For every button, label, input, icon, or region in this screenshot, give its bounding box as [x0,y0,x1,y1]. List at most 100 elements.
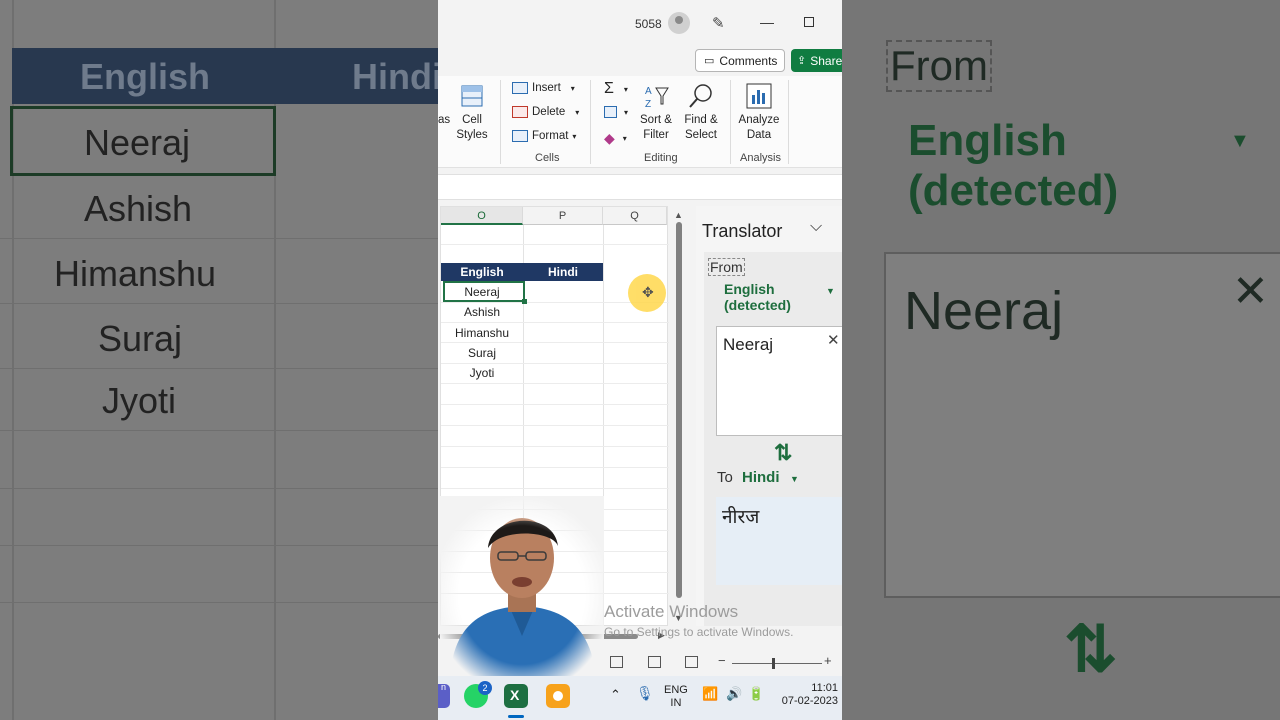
insert-icon [512,82,528,94]
page-layout-icon[interactable] [648,656,661,668]
background-left-zoom: English Hindi Neeraj Ashish Himanshu Sur… [0,0,438,720]
activate-windows-watermark: Activate Windows Go to Settings to activ… [604,602,793,639]
zoom-slider-thumb[interactable] [772,658,775,669]
vertical-scrollbar[interactable]: ▲ ▼ [674,210,684,624]
from-language-select[interactable]: English (detected) [724,281,820,313]
excel-app-icon[interactable]: X [504,684,528,708]
swap-languages-icon[interactable]: ⇅ [774,440,792,466]
sort-filter-label: Sort & Filter [640,114,672,141]
delete-button[interactable]: Delete ▾ [512,106,579,118]
grid-line [441,446,669,447]
find-select-button[interactable]: Find & Select [680,82,722,143]
format-label: Format [532,130,569,142]
background-name: Jyoti [102,380,177,421]
search-icon [689,84,712,108]
language-code: ENG [664,684,688,696]
background-dropdown-icon: ▼ [1230,130,1250,152]
avatar[interactable] [668,12,690,34]
column-header-o[interactable]: O [441,207,523,225]
column-header-q[interactable]: Q [603,207,667,225]
chevron-down-icon[interactable]: ▼ [790,474,799,484]
zoom-out-icon[interactable]: − [718,653,726,668]
header-cell-hindi[interactable]: Hindi [523,263,603,281]
pen-icon[interactable]: ✎ [712,14,725,32]
background-lang: English (detected) [908,116,1119,215]
background-header-row: English Hindi [12,48,438,104]
close-icon[interactable]: ✕ [827,331,840,349]
fill-icon[interactable]: ▾ [604,106,628,118]
background-name: Neeraj [84,122,191,163]
comments-label: Comments [719,53,778,68]
zoom-in-icon[interactable]: + [824,653,832,668]
clock[interactable]: 11:01 07-02-2023 [776,682,838,708]
formula-bar[interactable] [438,174,842,200]
to-label: To [717,469,733,486]
source-text: Neeraj [723,335,774,354]
format-button[interactable]: Format ▾ [512,130,576,142]
analyze-data-label: Analyze Data [738,114,780,141]
excel-window: 5058 ✎ — ▭ Comments ⇪ Share as Cell Styl… [438,0,842,720]
ribbon-separator [500,80,501,164]
cell-styles-label: Cell Styles [456,114,488,141]
language-indicator[interactable]: ENG IN [664,684,688,710]
maximize-button[interactable] [804,17,814,27]
header-cell-english[interactable]: English [441,263,523,281]
background-swap-icon: ⇅ [1064,613,1118,685]
chevron-up-icon[interactable]: ⌃ [610,688,621,701]
svg-text:Z: Z [645,99,651,110]
column-header-p[interactable]: P [523,207,603,225]
clock-date: 07-02-2023 [781,695,838,707]
delete-icon [512,106,528,118]
name-cell[interactable]: Suraj [441,346,523,360]
zoom-slider[interactable] [732,663,822,664]
chevron-down-icon: ▾ [570,83,575,93]
name-cell[interactable]: Himanshu [441,326,523,340]
name-cell[interactable]: Ashish [441,305,523,319]
sort-filter-button[interactable]: A Z Sort & Filter [636,82,676,143]
share-label: Share [810,53,842,68]
minimize-button[interactable]: — [760,14,774,30]
ribbon: as Cell Styles Insert ▾ Delete ▾ Format … [438,76,842,168]
insert-button[interactable]: Insert ▾ [512,82,575,94]
ribbon-separator [730,80,731,164]
source-text-input[interactable]: Neeraj ✕ [716,326,842,436]
svg-text:A: A [645,86,652,97]
chevron-down-icon[interactable]: ▼ [826,286,835,296]
share-button[interactable]: ⇪ Share [791,49,842,72]
name-cell[interactable]: Jyoti [441,366,523,380]
grid-line [441,363,669,364]
grid-line [441,425,669,426]
autosum-icon[interactable]: Σ ▾ [604,80,628,98]
scroll-up-icon[interactable]: ▲ [674,210,683,220]
background-header-hindi: Hindi [352,56,438,97]
to-language-select[interactable]: Hindi [742,469,780,486]
clock-time: 11:01 [811,682,838,694]
analyze-data-icon [746,83,772,109]
recorder-app-icon[interactable] [546,684,570,708]
clear-icon[interactable]: ◆ ▾ [604,130,627,147]
page-break-icon[interactable] [685,656,698,668]
grid-line [441,322,669,323]
battery-icon[interactable]: 🔋 [748,687,764,700]
grid-line [441,244,669,245]
cell-styles-button[interactable]: Cell Styles [448,82,496,143]
analyze-data-button[interactable]: Analyze Data [736,82,782,143]
normal-view-icon[interactable] [610,656,623,668]
microphone-icon[interactable]: 🎙 [636,686,654,700]
translator-pane: Translator ⌵ From English (detected) ▼ N… [696,206,842,626]
teams-badge-icon: n [441,682,447,692]
volume-icon[interactable]: 🔊 [726,687,742,700]
active-app-indicator [508,715,524,718]
translated-text-box: नीरज [716,497,842,585]
region-code: IN [670,697,682,709]
comments-button[interactable]: ▭ Comments [695,49,785,72]
background-input-text: Neeraj [904,281,1064,341]
wifi-icon[interactable]: 📶 [702,687,718,700]
scrollbar-thumb[interactable] [676,222,682,598]
translator-title: Translator [702,221,783,241]
background-header-english: English [80,56,211,97]
active-cell-selection[interactable] [443,281,527,304]
ribbon-separator [788,80,789,164]
from-label: From [708,258,745,276]
chevron-down-icon[interactable]: ⌵ [810,218,822,236]
